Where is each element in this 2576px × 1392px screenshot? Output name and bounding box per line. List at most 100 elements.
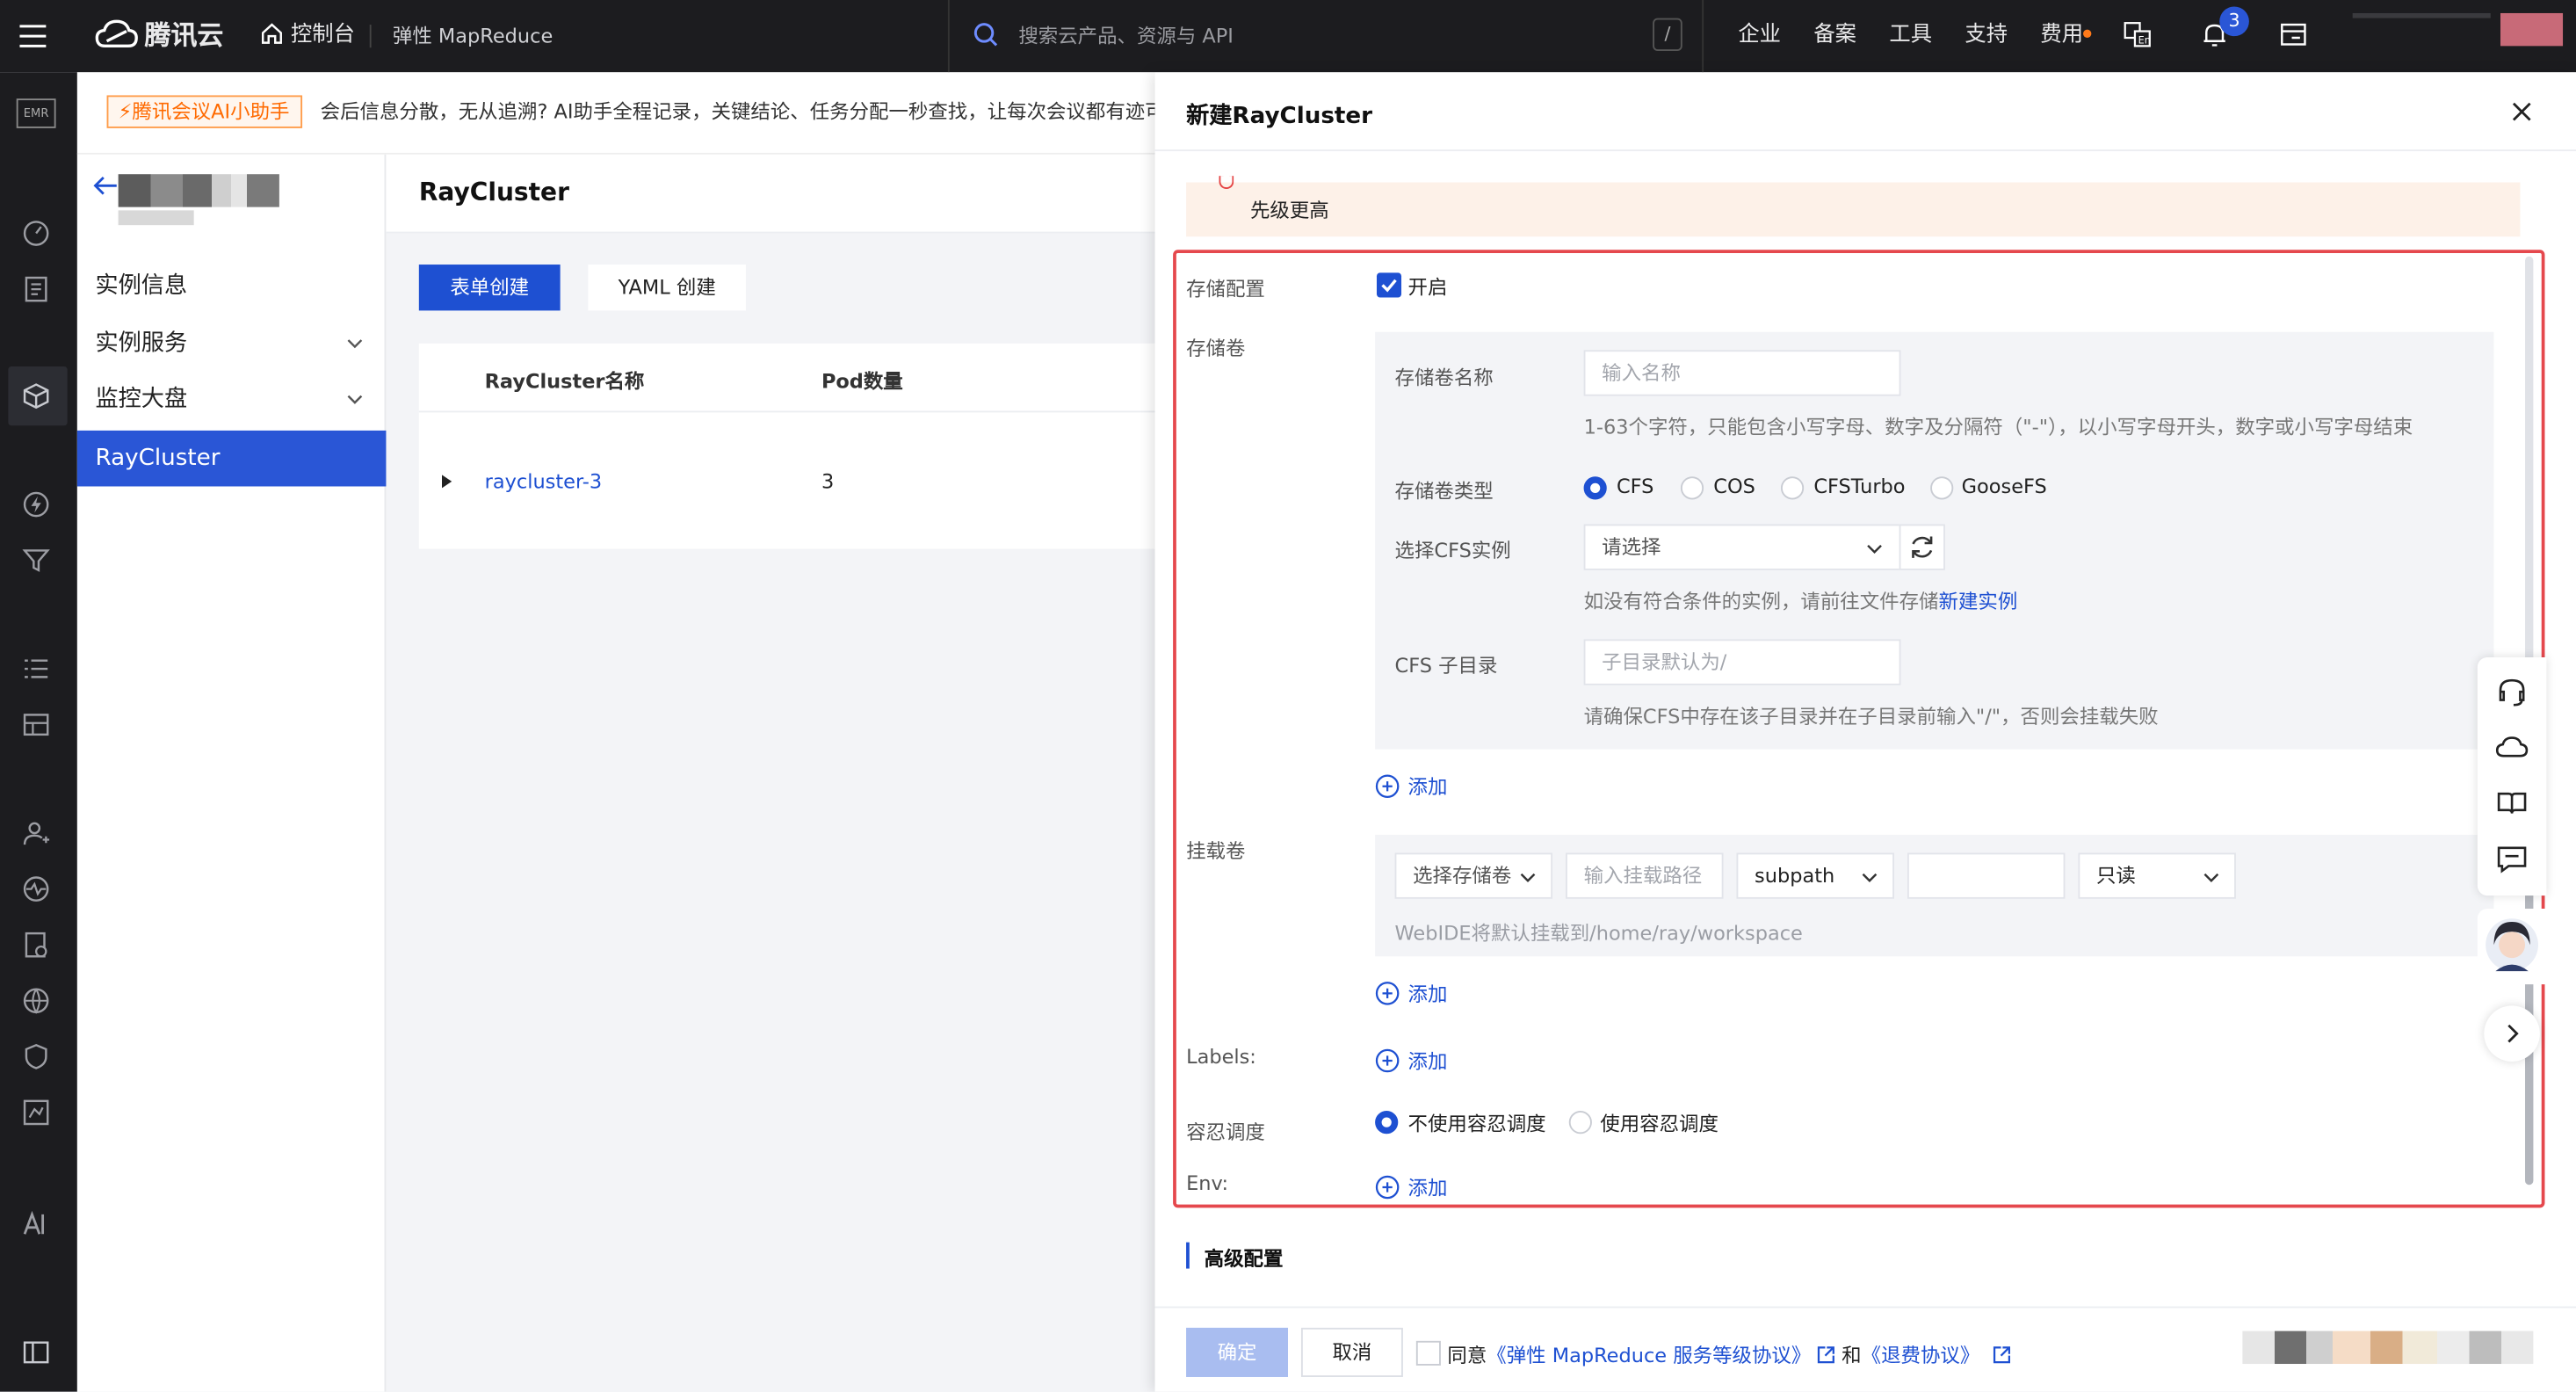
labels-label: Labels: [1186, 1045, 1256, 1069]
filter-icon[interactable] [21, 546, 51, 576]
brand-name[interactable]: 腾讯云 [145, 0, 224, 72]
chevron-down-icon [1520, 869, 1537, 886]
cfs-hint-text: 如没有符合条件的实例，请前往文件存储 [1583, 590, 1939, 613]
nav-enterprise[interactable]: 企业 [1738, 0, 1781, 72]
cube-icon[interactable] [21, 381, 51, 411]
cancel-button[interactable]: 取消 [1300, 1327, 1403, 1377]
notice-text[interactable]: 会后信息分散，无从追溯? AI助手全程记录，关键结论、任务分配一秒查找，让每次会… [321, 97, 1155, 125]
nav-support[interactable]: 支持 [1965, 0, 2008, 72]
env-label: Env: [1186, 1171, 1229, 1195]
globe-icon[interactable] [21, 986, 51, 1016]
select-volume-dropdown[interactable]: 选择存储卷 [1394, 852, 1553, 899]
radio-no-toleration[interactable] [1375, 1111, 1399, 1135]
table-row[interactable]: raycluster-3 3 [419, 414, 1155, 548]
cfs-instance-hint: 如没有符合条件的实例，请前往文件存储新建实例 [1584, 587, 2018, 615]
document-icon[interactable] [21, 274, 51, 304]
orders-icon[interactable] [2279, 19, 2309, 49]
grid-icon[interactable] [21, 1098, 51, 1127]
raycluster-table: RayCluster名称 Pod数量 raycluster-3 3 [418, 343, 1155, 549]
promo-badge[interactable]: ⚡腾讯会议AI小助手 [106, 95, 303, 128]
search-box[interactable]: 搜索云产品、资源与 API / [947, 0, 1704, 73]
expand-tools-icon[interactable] [2484, 1005, 2540, 1062]
brand-logo[interactable] [95, 17, 138, 56]
pod-count: 3 [821, 469, 835, 493]
assistant-avatar[interactable] [2477, 909, 2547, 985]
sidebar-item-raycluster[interactable]: RayCluster [76, 430, 387, 487]
avatar[interactable] [2500, 12, 2564, 47]
create-instance-link[interactable]: 新建实例 [1939, 590, 2018, 613]
cloud-icon[interactable] [2479, 720, 2545, 776]
radio-cos[interactable] [1680, 476, 1704, 500]
product-name[interactable]: 弹性 MapReduce [393, 0, 553, 72]
user-icon[interactable] [21, 818, 51, 848]
pricing-blurred [2242, 1330, 2534, 1365]
add-label: 添加 [1407, 1049, 1448, 1074]
nav-billing[interactable]: 费用 [2040, 0, 2083, 72]
form-create-button[interactable]: 表单创建 [418, 265, 561, 311]
nav-tools[interactable]: 工具 [1889, 0, 1932, 72]
language-icon[interactable]: En [2123, 19, 2153, 49]
customer-service-icon[interactable] [2479, 663, 2545, 720]
collapse-panel-icon[interactable] [21, 1338, 51, 1367]
warning-text: 先级更高 [1249, 199, 1329, 222]
monitor-icon[interactable] [21, 874, 51, 904]
expand-row-icon[interactable] [440, 475, 453, 489]
instance-name-blurred [118, 174, 279, 207]
top-navigation-bar: 腾讯云 控制台 弹性 MapReduce 搜索云产品、资源与 API / 企业 … [0, 0, 2576, 73]
radio-no-toleration-label: 不使用容忍调度 [1407, 1112, 1546, 1136]
radio-cfsturbo[interactable] [1780, 476, 1805, 500]
shield-icon[interactable] [21, 1042, 51, 1072]
table-icon[interactable] [21, 710, 51, 740]
add-label-button[interactable]: 添加 [1375, 1047, 1447, 1075]
back-arrow-icon[interactable] [92, 174, 119, 197]
emr-icon[interactable]: EMR [16, 98, 56, 128]
add-label: 添加 [1407, 775, 1448, 799]
sidebar-item-monitoring[interactable]: 监控大盘 [77, 372, 387, 428]
chevron-down-icon [1862, 869, 1878, 886]
refund-agreement-link[interactable]: 《退费协议》 [1862, 1345, 1980, 1367]
add-env-button[interactable]: 添加 [1375, 1173, 1447, 1201]
lightning-icon[interactable] [21, 489, 51, 519]
sidebar-item-label: RayCluster [95, 445, 221, 472]
sidebar-item-instance-info[interactable]: 实例信息 [77, 258, 387, 315]
confirm-button[interactable]: 确定 [1186, 1327, 1289, 1377]
external-link-icon [1993, 1346, 2010, 1364]
list-icon[interactable] [21, 654, 51, 684]
refresh-icon[interactable] [1899, 524, 1945, 570]
close-icon[interactable] [2512, 102, 2531, 121]
storage-enable-checkbox[interactable] [1376, 272, 1402, 298]
mount-mode-dropdown[interactable]: 只读 [2078, 852, 2236, 899]
product-rail: EMR [0, 72, 77, 1392]
radio-cfs[interactable] [1583, 476, 1607, 500]
feedback-icon[interactable] [2479, 831, 2545, 888]
dashboard-icon[interactable] [21, 219, 51, 249]
radio-use-toleration[interactable] [1568, 1111, 1592, 1135]
select-volume-placeholder: 选择存储卷 [1413, 864, 1512, 888]
yaml-create-button[interactable]: YAML 创建 [588, 265, 746, 311]
ai-icon[interactable] [21, 1209, 51, 1239]
advanced-config-title[interactable]: 高级配置 [1205, 1244, 1284, 1272]
cfs-instance-select[interactable]: 请选择 [1583, 524, 1901, 570]
add-mount-volume-button[interactable]: 添加 [1375, 979, 1447, 1007]
sla-agreement-link[interactable]: 《弹性 MapReduce 服务等级协议》 [1487, 1345, 1811, 1367]
column-header-pods: Pod数量 [821, 369, 903, 393]
footer-divider [1154, 1306, 2576, 1309]
cfs-subdir-input[interactable]: 子目录默认为/ [1583, 639, 1901, 685]
book-icon[interactable] [2479, 776, 2545, 832]
menu-icon[interactable] [18, 21, 48, 51]
nav-filing[interactable]: 备案 [1813, 0, 1856, 72]
radio-goosefs[interactable] [1930, 476, 1954, 500]
subpath-input[interactable] [1907, 852, 2066, 899]
raycluster-name-link[interactable]: raycluster-3 [485, 470, 603, 493]
add-storage-volume-button[interactable]: 添加 [1375, 772, 1447, 801]
console-link[interactable]: 控制台 [291, 0, 355, 72]
agree-checkbox[interactable] [1415, 1340, 1441, 1366]
create-raycluster-drawer: 新建RayCluster 先级更高 存储配置 开启 存储卷 存储卷名称 输入名称… [1154, 72, 2576, 1392]
agreement-line: 同意《弹性 MapReduce 服务等级协议》 和《退费协议》 [1447, 1341, 2010, 1369]
report-icon[interactable] [21, 930, 51, 960]
mount-path-input[interactable]: 输入挂载路径 [1566, 852, 1724, 899]
subpath-dropdown[interactable]: subpath [1736, 852, 1894, 899]
sidebar-item-instance-service[interactable]: 实例服务 [77, 315, 387, 372]
volume-name-input[interactable]: 输入名称 [1583, 350, 1901, 396]
volume-type-label: 存储卷类型 [1394, 480, 1494, 504]
